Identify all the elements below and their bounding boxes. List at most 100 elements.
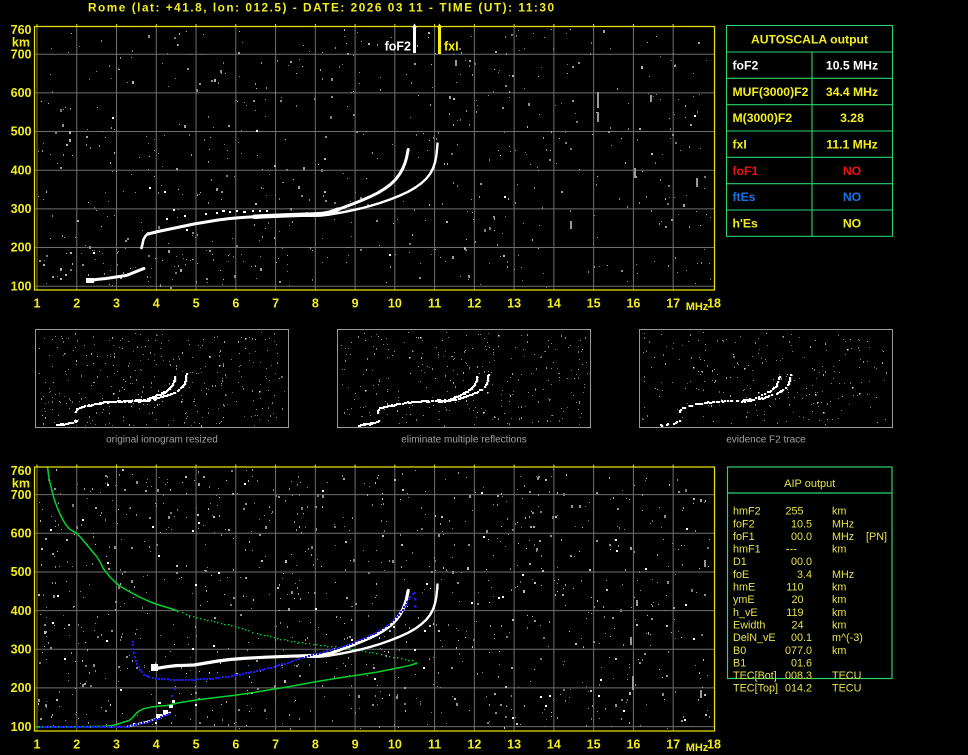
svg-text:14: 14 <box>547 297 561 311</box>
svg-text:fxI: fxI <box>444 40 459 54</box>
svg-text:foF1: foF1 <box>733 164 759 178</box>
svg-text:km: km <box>832 607 846 619</box>
svg-text:10: 10 <box>388 738 402 752</box>
svg-text:m^(-3): m^(-3) <box>832 632 863 644</box>
svg-text:9: 9 <box>352 297 359 311</box>
svg-text:9: 9 <box>352 738 359 752</box>
svg-text:100: 100 <box>11 720 32 734</box>
svg-text:MHz: MHz <box>832 569 854 581</box>
svg-text:17: 17 <box>666 738 680 752</box>
svg-text:014.2: 014.2 <box>785 683 812 695</box>
svg-text:2: 2 <box>73 297 80 311</box>
svg-text:MHz: MHz <box>832 518 854 530</box>
svg-text:foE: foE <box>733 569 749 581</box>
svg-text:12: 12 <box>467 738 481 752</box>
svg-text:foF1: foF1 <box>733 531 755 543</box>
svg-text:NO: NO <box>843 190 861 204</box>
svg-text:[PN]: [PN] <box>866 531 887 543</box>
svg-text:5: 5 <box>193 297 200 311</box>
svg-text:M(3000)F2: M(3000)F2 <box>733 111 793 125</box>
svg-text:077.0: 077.0 <box>785 645 812 657</box>
svg-text:hmE: hmE <box>733 582 755 594</box>
svg-text:foF2: foF2 <box>733 518 755 530</box>
svg-text:500: 500 <box>11 125 32 139</box>
svg-text:7: 7 <box>272 297 279 311</box>
svg-text:10: 10 <box>388 297 402 311</box>
svg-text:11: 11 <box>428 297 441 311</box>
svg-text:TEC[Top]: TEC[Top] <box>733 683 778 695</box>
svg-text:7: 7 <box>272 738 279 752</box>
svg-text:B0: B0 <box>733 645 746 657</box>
svg-text:foF2: foF2 <box>733 58 759 72</box>
svg-text:20: 20 <box>791 594 803 606</box>
svg-text:3.28: 3.28 <box>840 111 864 125</box>
svg-text:13: 13 <box>507 297 521 311</box>
svg-text:200: 200 <box>11 241 32 255</box>
svg-text:00.0: 00.0 <box>791 531 812 543</box>
svg-text:TECU: TECU <box>832 670 861 682</box>
svg-text:500: 500 <box>11 565 32 579</box>
svg-text:10.5 MHz: 10.5 MHz <box>826 58 878 72</box>
svg-text:km: km <box>832 544 846 556</box>
svg-text:300: 300 <box>11 642 32 656</box>
svg-text:---: --- <box>786 544 797 556</box>
svg-text:1: 1 <box>34 297 41 311</box>
svg-text:14: 14 <box>547 738 561 752</box>
svg-text:km: km <box>832 594 846 606</box>
svg-text:3.4: 3.4 <box>797 569 812 581</box>
svg-text:h_vE: h_vE <box>733 607 758 619</box>
svg-text:MHz: MHz <box>686 742 709 754</box>
svg-text:16: 16 <box>626 297 640 311</box>
svg-text:6: 6 <box>232 738 239 752</box>
svg-text:4: 4 <box>153 297 160 311</box>
svg-text:00.0: 00.0 <box>791 556 812 568</box>
svg-text:TEC[Bot]: TEC[Bot] <box>733 670 777 682</box>
svg-text:700: 700 <box>11 488 32 502</box>
svg-text:12: 12 <box>467 297 481 311</box>
svg-text:hmF1: hmF1 <box>733 544 761 556</box>
svg-text:11.1 MHz: 11.1 MHz <box>826 137 877 151</box>
svg-text:4: 4 <box>153 738 160 752</box>
svg-text:400: 400 <box>11 163 32 177</box>
svg-text:600: 600 <box>11 86 32 100</box>
svg-text:255: 255 <box>785 506 803 518</box>
svg-text:ymE: ymE <box>733 594 755 606</box>
svg-text:3: 3 <box>113 738 120 752</box>
svg-text:11: 11 <box>428 738 441 752</box>
svg-text:00.1: 00.1 <box>791 632 812 644</box>
svg-text:200: 200 <box>11 681 32 695</box>
svg-text:km: km <box>832 645 846 657</box>
svg-text:300: 300 <box>11 202 32 216</box>
svg-text:8: 8 <box>312 297 319 311</box>
svg-text:km: km <box>832 582 846 594</box>
svg-text:evidence F2 trace: evidence F2 trace <box>726 435 806 446</box>
svg-text:km: km <box>832 506 846 518</box>
svg-text:DelN_vE: DelN_vE <box>733 632 776 644</box>
svg-text:MUF(3000)F2: MUF(3000)F2 <box>733 85 809 99</box>
svg-text:3: 3 <box>113 297 120 311</box>
svg-text:eliminate multiple reflections: eliminate multiple reflections <box>401 435 527 446</box>
svg-text:NO: NO <box>843 216 861 230</box>
svg-text:16: 16 <box>626 738 640 752</box>
svg-text:D1: D1 <box>733 556 747 568</box>
svg-text:18: 18 <box>707 738 721 752</box>
svg-text:AUTOSCALA output: AUTOSCALA output <box>751 33 868 47</box>
svg-text:24: 24 <box>791 619 803 631</box>
svg-text:10.5: 10.5 <box>791 518 812 530</box>
svg-text:MHz: MHz <box>686 301 709 313</box>
svg-text:ftEs: ftEs <box>733 190 756 204</box>
svg-text:foF2: foF2 <box>385 40 411 54</box>
svg-text:AIP output: AIP output <box>784 478 835 490</box>
svg-text:15: 15 <box>587 738 601 752</box>
svg-text:15: 15 <box>587 297 601 311</box>
svg-text:B1: B1 <box>733 657 746 669</box>
svg-text:100: 100 <box>11 279 32 293</box>
svg-text:700: 700 <box>11 48 32 62</box>
svg-text:h'Es: h'Es <box>733 216 758 230</box>
svg-text:1: 1 <box>34 738 41 752</box>
svg-text:5: 5 <box>193 738 200 752</box>
svg-text:110: 110 <box>786 582 803 594</box>
svg-text:119: 119 <box>786 607 803 619</box>
svg-text:TECU: TECU <box>832 683 861 695</box>
svg-text:01.6: 01.6 <box>791 657 812 669</box>
